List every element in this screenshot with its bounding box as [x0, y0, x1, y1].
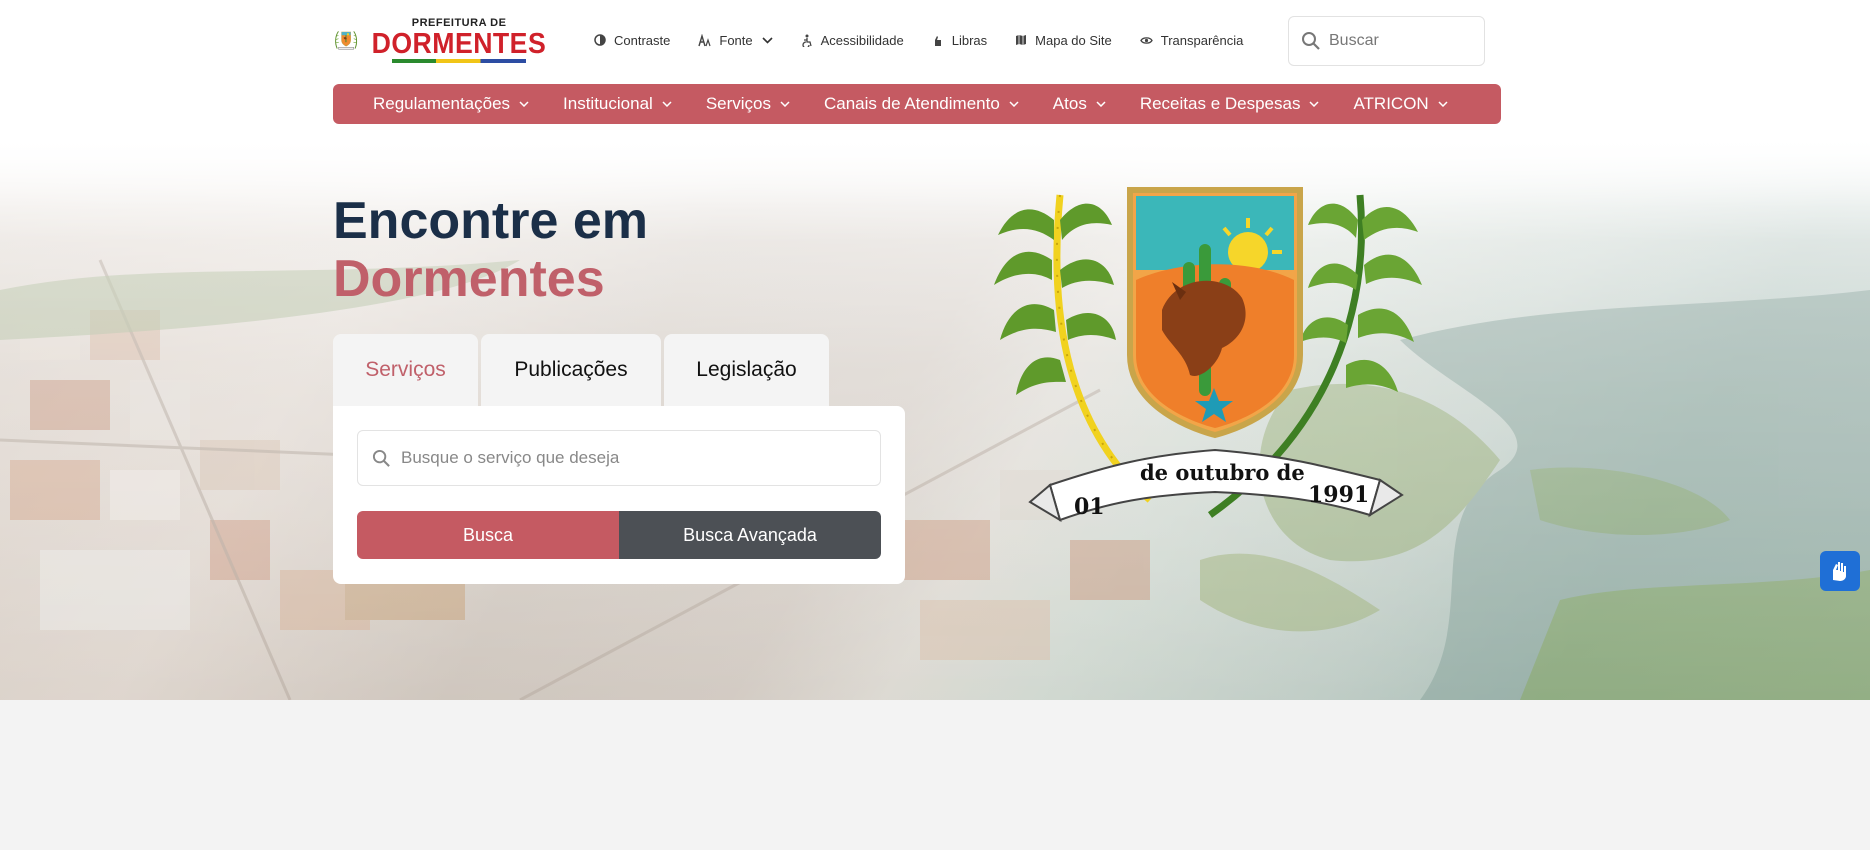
- search-button[interactable]: Busca: [357, 511, 619, 559]
- libras-link[interactable]: Libras: [932, 33, 987, 48]
- nav-item-label: Serviços: [705, 94, 771, 113]
- municipal-seal-icon: [335, 31, 358, 50]
- search-icon: [1302, 32, 1320, 50]
- chevron-down-icon: [1438, 101, 1448, 107]
- contrast-link[interactable]: Contraste: [594, 33, 670, 48]
- advanced-search-button[interactable]: Busca Avançada: [619, 511, 881, 559]
- vlibras-widget-button[interactable]: [1820, 551, 1860, 591]
- city-aerial-background: [0, 140, 1870, 700]
- nav-item-label: Institucional: [563, 94, 653, 113]
- hero-title: Encontre em Dormentes: [333, 192, 648, 308]
- municipal-crest-emblem: 01 de outubro de 1991: [994, 187, 1422, 523]
- sign-language-icon: [934, 35, 941, 46]
- site-logo[interactable]: PREFEITURA DE DORMENTES: [334, 8, 554, 72]
- chevron-down-icon: [519, 101, 529, 107]
- contrast-icon: [594, 34, 606, 46]
- tab-servicos[interactable]: Serviços: [333, 334, 478, 406]
- site-map-link[interactable]: Mapa do Site: [1015, 33, 1112, 48]
- font-size-label: Fonte: [719, 32, 753, 48]
- nav-item-regulamentacoes[interactable]: Regulamentações: [373, 94, 529, 114]
- nav-item-label: ATRICON: [1353, 94, 1429, 113]
- hero-title-line2: Dormentes: [333, 250, 605, 308]
- search-tabs: Serviços Publicações Legislação: [333, 334, 832, 406]
- chevron-down-icon: [662, 101, 672, 107]
- nav-item-atos[interactable]: Atos: [1053, 94, 1106, 114]
- font-size-icon: [698, 33, 711, 46]
- crest-day: 01: [1074, 494, 1105, 520]
- font-size-link[interactable]: Fonte: [698, 32, 773, 48]
- search-button-group: Busca Busca Avançada: [357, 511, 881, 559]
- service-search-input[interactable]: [401, 448, 871, 468]
- logo-wordmark: PREFEITURA DE DORMENTES: [364, 17, 554, 63]
- crest-ribbon-text: de outubro de: [1140, 460, 1305, 485]
- chevron-down-icon: [1309, 101, 1319, 107]
- header-search[interactable]: [1288, 16, 1485, 66]
- nav-item-label: Atos: [1052, 94, 1087, 113]
- service-search-card: Busca Busca Avançada: [333, 406, 905, 584]
- nav-item-label: Canais de Atendimento: [824, 94, 1000, 113]
- service-search-field[interactable]: [357, 430, 881, 486]
- contrast-label: Contraste: [614, 32, 671, 48]
- header-search-input[interactable]: [1329, 32, 1469, 50]
- chevron-down-icon: [762, 36, 773, 44]
- nav-item-label: Regulamentações: [373, 94, 511, 113]
- main-navigation: Regulamentações Institucional Serviços C…: [333, 84, 1501, 124]
- hero-section: Encontre em Dormentes Serviços Publicaçõ…: [0, 140, 1870, 700]
- tab-publicacoes[interactable]: Publicações: [481, 334, 661, 406]
- nav-item-label: Receitas e Despesas: [1139, 94, 1301, 113]
- chevron-down-icon: [780, 101, 790, 107]
- transparency-label: Transparência: [1160, 32, 1244, 48]
- transparency-link[interactable]: Transparência: [1140, 32, 1244, 48]
- nav-item-servicos[interactable]: Serviços: [706, 94, 790, 114]
- crest-year: 1991: [1308, 482, 1369, 508]
- tab-legislacao[interactable]: Legislação: [664, 334, 829, 406]
- search-icon: [372, 449, 390, 467]
- site-map-label: Mapa do Site: [1035, 32, 1112, 48]
- chevron-down-icon: [1009, 101, 1019, 107]
- libras-label: Libras: [951, 32, 988, 48]
- chevron-down-icon: [1096, 101, 1106, 107]
- nav-item-canais-de-atendimento[interactable]: Canais de Atendimento: [824, 94, 1019, 114]
- utility-links: Contraste Fonte Acessibilidade Libras Ma…: [594, 30, 1271, 50]
- nav-item-receitas-e-despesas[interactable]: Receitas e Despesas: [1140, 94, 1320, 114]
- logo-big-text: DORMENTES: [371, 28, 547, 60]
- accessibility-link[interactable]: Acessibilidade: [801, 33, 904, 48]
- map-icon: [1016, 35, 1027, 45]
- nav-item-institucional[interactable]: Institucional: [563, 94, 672, 114]
- nav-item-atricon[interactable]: ATRICON: [1353, 94, 1448, 114]
- site-header: PREFEITURA DE DORMENTES Contraste Fonte …: [0, 0, 1870, 140]
- accessibility-label: Acessibilidade: [820, 32, 904, 48]
- sign-language-hands-icon: [1833, 562, 1846, 581]
- accessibility-icon: [802, 34, 812, 47]
- hero-title-line1: Encontre em: [333, 192, 648, 250]
- eye-icon: [1140, 36, 1153, 44]
